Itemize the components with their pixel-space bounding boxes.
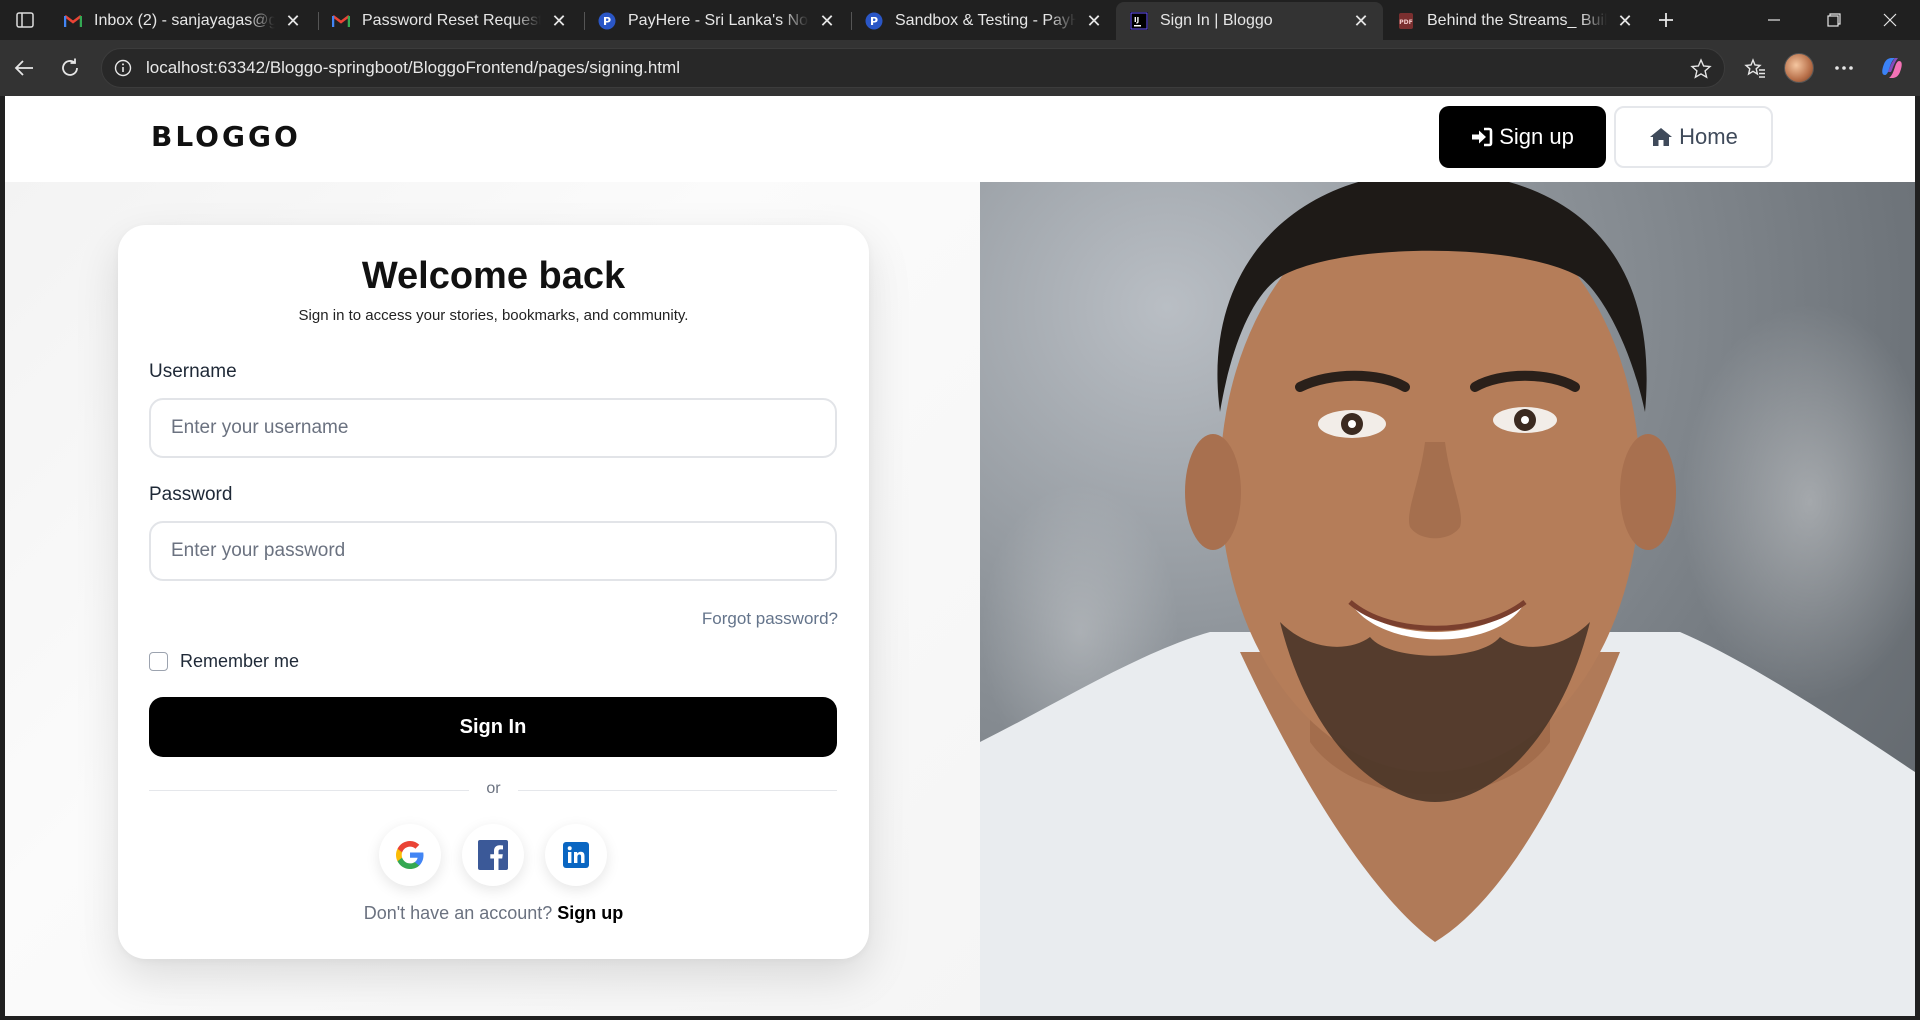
signup-link[interactable]: Sign up [557,903,623,923]
tab-title: Behind the Streams_ Building [1427,12,1607,29]
home-icon [1650,128,1673,146]
facebook-login-button[interactable] [462,824,524,886]
browser-tab-active[interactable]: IJ Sign In | Bloggo ✕ [1116,2,1383,40]
browser-toolbar: localhost:63342/Bloggo-springboot/Bloggo… [0,40,1920,96]
header-signup-label: Sign up [1499,124,1574,149]
login-subtitle: Sign in to access your stories, bookmark… [298,307,689,324]
close-icon[interactable]: ✕ [1084,11,1104,31]
divider-or: or [486,780,501,797]
profile-avatar[interactable] [1781,50,1817,86]
tab-title: Password Reset Request - sa [362,12,541,29]
site-logo[interactable]: BLOGGO [151,120,301,153]
facebook-icon [478,840,508,870]
linkedin-login-button[interactable] [545,824,607,886]
tab-actions-icon[interactable] [12,8,38,32]
browser-tab[interactable]: Inbox (2) - sanjayagas@gma ✕ [50,2,315,40]
username-input[interactable] [171,417,835,439]
browser-tab[interactable]: Password Reset Request - sa ✕ [318,2,581,40]
svg-text:P: P [870,15,878,28]
browser-tab-bar: Inbox (2) - sanjayagas@gma ✕ Password Re… [0,0,1920,40]
svg-text:P: P [603,15,611,28]
tab-title: Inbox (2) - sanjayagas@gma [94,12,275,29]
tab-title: PayHere - Sri Lanka's No.1 O [628,12,809,29]
browser-tab[interactable]: P PayHere - Sri Lanka's No.1 O ✕ [584,2,849,40]
divider-line-right [518,790,837,791]
linkedin-icon [563,842,589,868]
remember-me-label: Remember me [180,651,300,671]
close-icon[interactable]: ✕ [549,11,569,31]
svg-text:IJ: IJ [1134,16,1139,24]
sign-in-button[interactable]: Sign In [149,697,837,757]
browser-tab[interactable]: P Sandbox & Testing - PayHer ✕ [851,2,1116,40]
site-info-icon[interactable] [113,58,133,78]
close-icon[interactable]: ✕ [1351,11,1371,31]
password-input[interactable] [171,540,835,562]
close-icon[interactable]: ✕ [817,11,837,31]
remember-me[interactable]: Remember me [149,651,299,672]
new-tab-icon[interactable] [1651,6,1681,34]
remember-me-checkbox[interactable] [149,652,168,671]
header-home-label: Home [1679,124,1738,149]
close-icon[interactable]: ✕ [1615,11,1635,31]
gmail-icon [332,12,350,30]
smiling-man-portrait [980,182,1915,1016]
login-section: Welcome back Sign in to access your stor… [5,182,980,1016]
url-text: localhost:63342/Bloggo-springboot/Bloggo… [146,58,680,77]
address-bar[interactable]: localhost:63342/Bloggo-springboot/Bloggo… [101,48,1725,88]
tab-title: Sign In | Bloggo [1160,12,1273,29]
more-options-icon[interactable] [1826,50,1862,86]
no-account-prompt: Don't have an account? Sign up [118,903,869,924]
username-field[interactable] [149,398,837,458]
close-icon[interactable]: ✕ [283,11,303,31]
username-label: Username [149,361,237,382]
login-title: Welcome back [361,255,626,297]
header-signup-button[interactable]: Sign up [1439,106,1606,168]
google-icon [396,841,424,869]
sign-in-arrow-icon [1472,127,1493,147]
pdf-icon: PDF [1397,12,1415,30]
forgot-password-link[interactable]: Forgot password? [702,609,838,629]
copilot-icon[interactable] [1874,50,1910,86]
close-window-icon[interactable] [1860,0,1920,40]
favorites-icon[interactable] [1737,50,1773,86]
restore-icon[interactable] [1804,0,1864,40]
header-home-button[interactable]: Home [1614,106,1773,168]
tab-title: Sandbox & Testing - PayHer [895,12,1076,29]
password-label: Password [149,484,233,505]
hero-photo [980,182,1915,1016]
payhere-icon: P [598,12,616,30]
svg-text:PDF: PDF [1399,19,1412,26]
google-login-button[interactable] [379,824,441,886]
gmail-icon [64,12,82,30]
password-field[interactable] [149,521,837,581]
login-card: Welcome back Sign in to access your stor… [118,225,869,959]
favorite-star-icon[interactable] [1690,58,1712,80]
browser-tab[interactable]: PDF Behind the Streams_ Building ✕ [1383,2,1647,40]
minimize-icon[interactable] [1744,0,1804,40]
site-header: BLOGGO Sign up Home [5,96,1915,182]
intellij-icon: IJ [1130,12,1148,30]
page-viewport: BLOGGO Sign up Home Welcome back Sign in… [5,96,1915,1016]
no-account-text: Don't have an account? [363,903,553,923]
back-arrow-icon[interactable] [6,50,42,86]
reload-icon[interactable] [52,50,88,86]
payhere-icon: P [865,12,883,30]
